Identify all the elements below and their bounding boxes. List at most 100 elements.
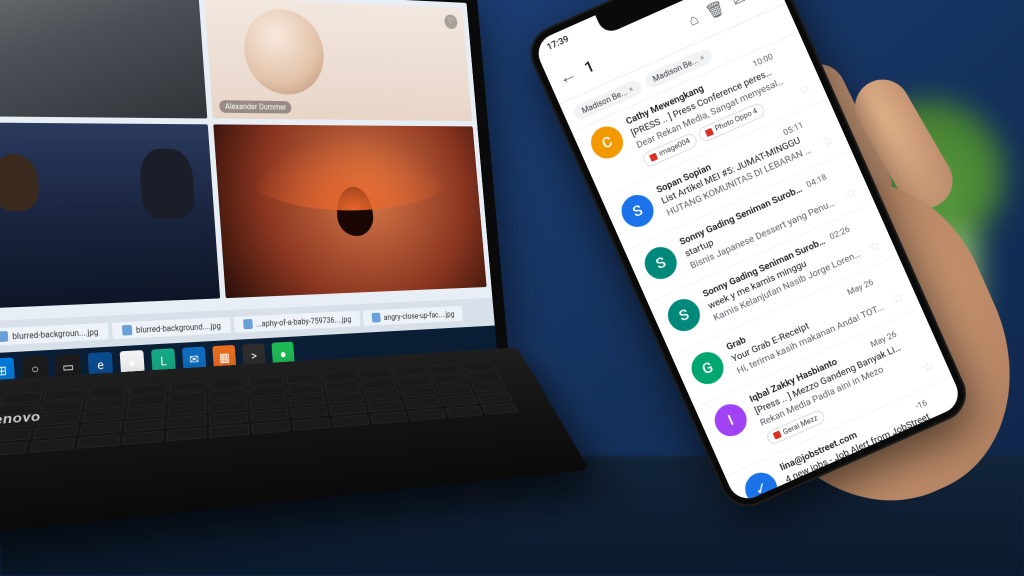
download-item[interactable]: angry-close-up-fac....jpg	[363, 306, 463, 326]
key[interactable]	[250, 409, 288, 422]
key[interactable]	[37, 412, 81, 426]
key[interactable]	[125, 406, 165, 419]
status-time: 17:39	[546, 35, 571, 53]
key[interactable]	[361, 379, 397, 390]
back-icon[interactable]: ←	[555, 63, 580, 90]
laptop-keyboard-deck	[0, 347, 590, 547]
star-icon[interactable]: ☆	[890, 290, 907, 308]
key[interactable]	[466, 371, 502, 382]
key[interactable]	[324, 381, 360, 392]
key[interactable]	[87, 386, 127, 398]
key[interactable]	[393, 366, 428, 377]
image-grid: ♡ Alexander Dummer	[0, 0, 492, 315]
avatar: S	[663, 294, 705, 336]
key[interactable]	[248, 376, 284, 387]
laptop-screen[interactable]: ♡ Alexander Dummer blurred-backgroun....…	[0, 0, 498, 391]
image-tile[interactable]: ♡ Alexander Dummer	[204, 0, 472, 121]
key[interactable]	[249, 386, 286, 398]
delete-icon[interactable]: 🗑	[703, 0, 728, 22]
key[interactable]	[40, 400, 83, 413]
key[interactable]	[84, 397, 125, 410]
avatar: S	[616, 189, 658, 231]
key[interactable]	[0, 428, 33, 443]
key[interactable]	[327, 392, 364, 404]
phone: 17:39 ▮▮▮ ▪ 46% ← 1 ⌂ 🗑 ✉ ⋮ Madison	[522, 0, 975, 515]
phone-screen[interactable]: 17:39 ▮▮▮ ▪ 46% ← 1 ⌂ 🗑 ✉ ⋮ Madison	[532, 0, 964, 505]
key[interactable]	[285, 373, 321, 384]
star-icon[interactable]: ☆	[820, 133, 837, 151]
archive-icon[interactable]: ⌂	[686, 10, 702, 30]
key[interactable]	[436, 384, 472, 395]
download-item[interactable]: blurred-background....jpg	[112, 317, 231, 339]
key[interactable]	[127, 394, 166, 407]
image-tile[interactable]	[0, 122, 220, 308]
key[interactable]	[290, 406, 328, 419]
key[interactable]	[288, 394, 325, 406]
key[interactable]	[209, 389, 246, 401]
image-credit: Alexander Dummer	[219, 100, 292, 113]
key[interactable]	[432, 374, 468, 385]
key[interactable]	[408, 408, 446, 421]
key[interactable]	[358, 368, 393, 379]
key[interactable]	[397, 376, 433, 387]
key[interactable]	[209, 378, 245, 390]
avatar: ✓	[740, 467, 782, 504]
key[interactable]	[331, 414, 370, 427]
scene: ♡ Alexander Dummer blurred-backgroun....…	[0, 0, 1024, 576]
star-icon[interactable]: ☆	[796, 80, 813, 98]
key[interactable]	[124, 418, 165, 432]
image-tile[interactable]	[213, 124, 486, 298]
key[interactable]	[79, 421, 122, 435]
key[interactable]	[169, 392, 207, 404]
key[interactable]	[76, 434, 120, 449]
key[interactable]	[82, 409, 124, 422]
key[interactable]	[210, 412, 248, 425]
key[interactable]	[166, 427, 206, 441]
key[interactable]	[168, 403, 207, 416]
key[interactable]	[210, 424, 249, 438]
key[interactable]	[29, 438, 75, 453]
key[interactable]	[428, 364, 463, 374]
avatar: C	[586, 121, 628, 163]
key[interactable]	[440, 394, 477, 406]
key[interactable]	[287, 384, 324, 396]
download-item[interactable]: blurred-backgroun....jpg	[0, 323, 109, 346]
star-icon[interactable]: ☆	[920, 358, 937, 376]
laptop: ♡ Alexander Dummer blurred-backgroun....…	[0, 0, 552, 576]
key[interactable]	[471, 381, 507, 392]
key[interactable]	[169, 381, 206, 393]
key[interactable]	[364, 389, 401, 401]
key[interactable]	[33, 425, 78, 439]
key[interactable]	[167, 415, 206, 429]
key[interactable]	[370, 411, 408, 424]
key[interactable]	[481, 403, 519, 415]
key[interactable]	[209, 400, 247, 413]
download-item[interactable]: ...aphy-of-a-baby-759736....jpg	[233, 311, 360, 333]
star-icon[interactable]: ☆	[843, 185, 860, 203]
key[interactable]	[292, 417, 331, 430]
key[interactable]	[404, 397, 441, 409]
key[interactable]	[462, 362, 497, 372]
key[interactable]	[400, 386, 437, 398]
avatar: G	[686, 347, 728, 389]
laptop-bezel: ♡ Alexander Dummer blurred-backgroun....…	[0, 0, 510, 407]
key[interactable]	[367, 400, 405, 412]
key[interactable]	[476, 392, 513, 404]
key[interactable]	[445, 405, 483, 417]
keyboard	[0, 362, 537, 505]
key[interactable]	[44, 389, 86, 401]
key[interactable]	[329, 403, 367, 416]
key[interactable]	[128, 383, 167, 395]
key[interactable]	[0, 391, 43, 404]
like-icon[interactable]: ♡	[444, 14, 458, 29]
key[interactable]	[122, 431, 164, 445]
avatar: I	[710, 399, 752, 441]
key[interactable]	[322, 371, 358, 382]
more-icon[interactable]: ⋮	[750, 0, 771, 1]
star-icon[interactable]: ☆	[866, 238, 883, 256]
key[interactable]	[251, 421, 290, 435]
mail-icon[interactable]: ✉	[730, 0, 749, 10]
image-tile[interactable]	[0, 0, 208, 118]
key[interactable]	[0, 441, 29, 456]
key[interactable]	[249, 397, 286, 409]
